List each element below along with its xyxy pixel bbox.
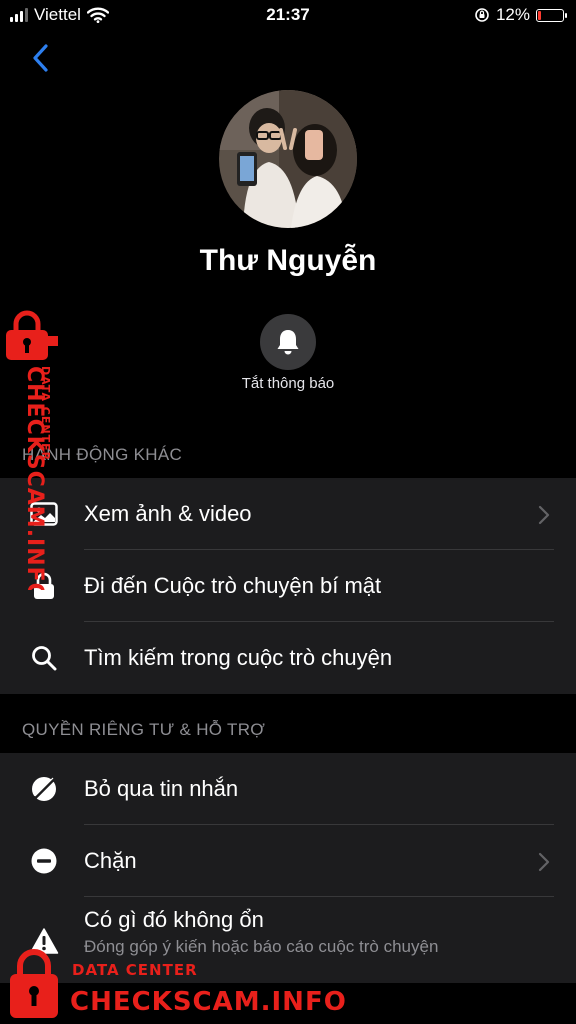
back-button[interactable] [26,40,56,76]
profile-photo [219,90,357,228]
section-header-privacy: QUYỀN RIÊNG TƯ & HỖ TRỢ [22,720,266,739]
search-conversation-row[interactable]: Tìm kiếm trong cuộc trò chuyện [0,622,576,694]
chevron-left-icon [33,44,48,72]
watermark-lock-icon [6,310,58,360]
watermark-lock-icon [10,949,58,1018]
ignore-messages-row[interactable]: Bỏ qua tin nhắn [0,753,576,825]
chevron-right-icon [538,505,550,525]
battery-percent: 12% [495,5,530,24]
secret-conversation-label: Đi đến Cuộc trò chuyện bí mật [84,573,382,598]
search-icon [28,644,60,672]
mute-notifications-button[interactable] [260,314,316,370]
block-label: Chặn [84,848,137,873]
avatar[interactable] [219,90,357,228]
orientation-lock-icon [475,8,489,22]
secret-conversation-row[interactable]: Đi đến Cuộc trò chuyện bí mật [0,550,576,622]
report-problem-label: Có gì đó không ổn [84,907,264,932]
watermark-bottom: DATA CENTER CHECKSCAM.INFO [10,949,346,1018]
watermark-top-line-vertical: DATA CENTER [39,366,52,461]
bell-icon [277,330,299,355]
battery-icon [536,8,567,22]
search-conversation-label: Tìm kiếm trong cuộc trò chuyện [84,645,393,670]
battery-fill [538,10,541,20]
profile-name: Thư Nguyễn [199,244,377,277]
watermark-brand: CHECKSCAM.INFO [70,987,346,1017]
block-icon [28,847,60,875]
mute-notifications-label: Tắt thông báo [241,375,335,392]
status-right: 12% [474,5,567,25]
ignore-messages-label: Bỏ qua tin nhắn [84,776,239,801]
view-media-row[interactable]: Xem ảnh & video [0,478,576,550]
watermark-top-line: DATA CENTER [72,961,198,979]
status-bar: Viettel 21:37 12% [0,0,576,30]
view-media-label: Xem ảnh & video [84,501,252,526]
block-row[interactable]: Chặn [0,825,576,897]
other-actions-group: Xem ảnh & video Đi đến Cuộc trò chuyện b… [0,478,576,694]
chevron-right-icon [538,852,550,872]
watermark-vertical: CHECKSCAM.INFO DATA CENTER [6,310,58,590]
ignore-icon [28,775,60,803]
